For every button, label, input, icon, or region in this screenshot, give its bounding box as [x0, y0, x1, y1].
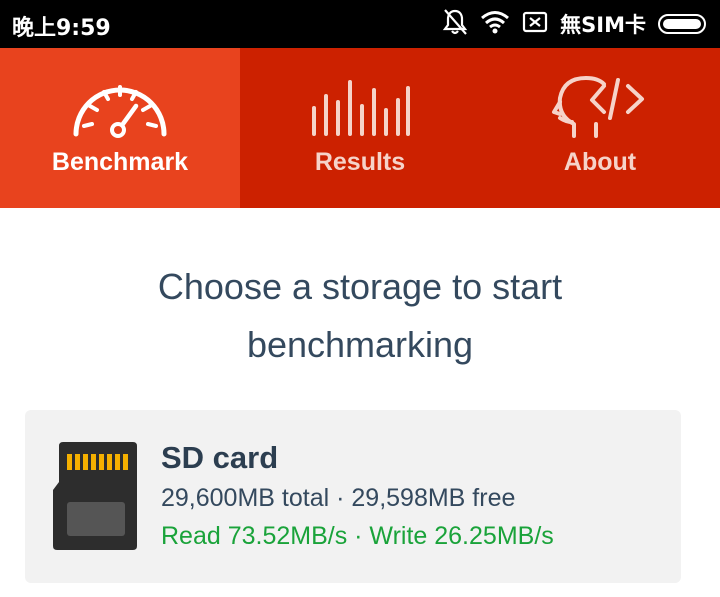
- status-icons: 無SIM卡: [430, 8, 706, 40]
- head-code-icon: [548, 72, 652, 143]
- storage-name: SD card: [161, 440, 279, 475]
- bell-off-icon: [442, 8, 468, 41]
- tab-results-label: Results: [314, 148, 406, 176]
- tab-benchmark-label: Benchmark: [51, 148, 189, 176]
- sd-card-icon: [53, 442, 137, 555]
- storage-capacity: 29,600MB total · 29,598MB free: [161, 484, 516, 512]
- tab-about-label: About: [563, 148, 637, 176]
- status-time: 晚上9:59: [12, 16, 111, 41]
- tab-about[interactable]: About: [480, 48, 720, 208]
- heading-line-1: Choose a storage to start: [157, 266, 563, 307]
- page-heading: Choose a storage to start benchmarking: [0, 258, 720, 374]
- battery-icon: [658, 14, 706, 34]
- status-bar: 晚上9:59 無SIM卡: [0, 0, 720, 48]
- storage-speed: Read 73.52MB/s · Write 26.25MB/s: [161, 522, 554, 550]
- tab-bar: Benchmark Results About: [0, 48, 720, 208]
- sim-status: 無SIM卡: [560, 13, 646, 37]
- wifi-icon: [480, 10, 510, 39]
- close-box-icon: [522, 11, 548, 38]
- speedometer-icon: [68, 72, 172, 143]
- tab-results[interactable]: Results: [240, 48, 480, 208]
- heading-line-2: benchmarking: [246, 324, 474, 365]
- storage-card-sd[interactable]: SD card 29,600MB total · 29,598MB free R…: [25, 410, 681, 583]
- bars-icon: [308, 72, 412, 143]
- tab-benchmark[interactable]: Benchmark: [0, 48, 240, 208]
